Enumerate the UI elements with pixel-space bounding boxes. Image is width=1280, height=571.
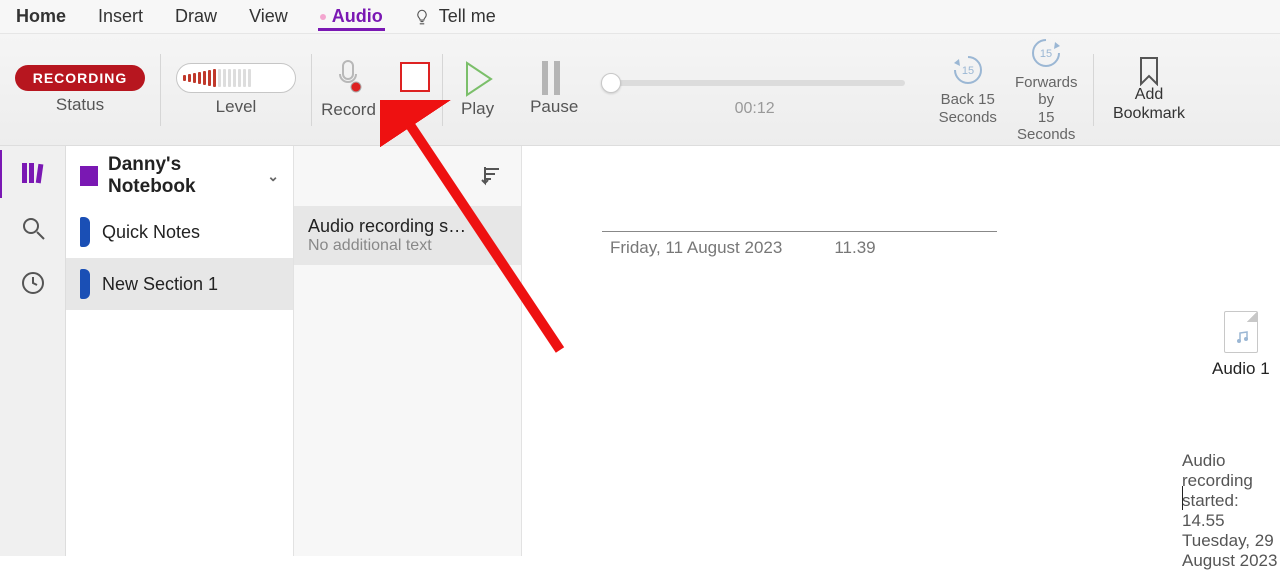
- menu-home[interactable]: Home: [14, 2, 68, 31]
- note-date: Friday, 11 August 2023: [610, 238, 782, 258]
- skip-forward-icon: 15: [1029, 36, 1063, 70]
- play-button[interactable]: Play: [461, 61, 494, 119]
- svg-text:15: 15: [962, 65, 974, 77]
- play-icon: [463, 61, 493, 97]
- stop-button[interactable]: Stop: [398, 62, 433, 118]
- play-label: Play: [461, 99, 494, 119]
- notebook-name: Danny's Notebook: [108, 154, 257, 198]
- fwd15-label-1: Forwards by: [1015, 74, 1078, 108]
- rail-search[interactable]: [20, 215, 46, 246]
- fwd15-label-2: 15 Seconds: [1017, 109, 1075, 143]
- note-time: 11.39: [834, 238, 875, 258]
- record-button[interactable]: Record: [321, 60, 376, 120]
- clock-icon: [20, 270, 46, 296]
- page-subtitle: No additional text: [308, 237, 507, 255]
- record-label: Record: [321, 100, 376, 120]
- playback-time: 00:12: [735, 100, 775, 118]
- menu-insert[interactable]: Insert: [96, 2, 145, 31]
- rail-recent[interactable]: [20, 270, 46, 301]
- section-label: Quick Notes: [102, 222, 200, 243]
- notebook-picker[interactable]: Danny's Notebook ⌄: [66, 146, 293, 206]
- chevron-down-icon: ⌄: [267, 168, 279, 185]
- section-label: New Section 1: [102, 274, 218, 295]
- add-bookmark-button[interactable]: AddBookmark: [1113, 86, 1185, 123]
- audio-file-icon: [1224, 311, 1258, 353]
- sort-icon[interactable]: [481, 165, 503, 187]
- recording-dot-icon: [320, 14, 326, 20]
- section-tab-icon: [80, 217, 90, 247]
- search-icon: [20, 215, 46, 241]
- rail-notebooks[interactable]: [20, 160, 46, 191]
- bookmark-icon: [1137, 56, 1161, 86]
- menu-audio-label: Audio: [332, 6, 383, 26]
- microphone-icon: [335, 60, 363, 94]
- recording-metadata: Audio recording started: 14.55 Tuesday, …: [1182, 451, 1280, 571]
- back15-label-1: Back 15: [941, 91, 995, 108]
- recording-status-badge: RECORDING: [15, 65, 146, 91]
- menu-audio[interactable]: Audio: [318, 2, 385, 31]
- slider-thumb[interactable]: [601, 73, 621, 93]
- audio-ribbon: RECORDING Status Level: [0, 34, 1280, 146]
- note-canvas[interactable]: Friday, 11 August 2023 11.39 Audio 1 Aud…: [522, 146, 1280, 556]
- playback-slider[interactable]: [604, 80, 905, 86]
- stop-icon: [400, 62, 430, 92]
- section-item-new-section-1[interactable]: New Section 1: [66, 258, 293, 310]
- top-menu: Home Insert Draw View Audio Tell me: [0, 0, 1280, 34]
- section-item-quick-notes[interactable]: Quick Notes: [66, 206, 293, 258]
- lightbulb-icon: [413, 8, 431, 26]
- pause-icon: [542, 61, 566, 95]
- level-meter: [176, 63, 296, 93]
- audio-attachment-label: Audio 1: [1212, 359, 1270, 379]
- skip-back-icon: 15: [951, 53, 985, 87]
- note-title-input[interactable]: [602, 196, 997, 232]
- audio-attachment[interactable]: Audio 1: [1212, 311, 1270, 379]
- page-list: Audio recording s… No additional text: [294, 146, 522, 556]
- section-tab-icon: [80, 269, 90, 299]
- back15-label-2: Seconds: [939, 109, 997, 126]
- nav-rail: [0, 146, 66, 556]
- svg-text:15: 15: [1040, 48, 1052, 60]
- notebook-stack-icon: [20, 160, 46, 186]
- pause-label: Pause: [530, 97, 578, 117]
- section-list: Danny's Notebook ⌄ Quick Notes New Secti…: [66, 146, 294, 556]
- menu-view[interactable]: View: [247, 2, 290, 31]
- back-15-button[interactable]: 15 Back 15Seconds: [939, 53, 997, 126]
- menu-draw[interactable]: Draw: [173, 2, 219, 31]
- status-group-label: Status: [56, 95, 104, 115]
- forward-15-button[interactable]: 15 Forwards by15 Seconds: [1015, 36, 1078, 143]
- tell-me-search[interactable]: Tell me: [413, 6, 496, 27]
- level-group-label: Level: [216, 97, 257, 117]
- stop-label: Stop: [398, 98, 433, 118]
- tell-me-label: Tell me: [439, 6, 496, 27]
- page-title: Audio recording s…: [308, 216, 507, 237]
- notebook-icon: [80, 166, 98, 186]
- page-item[interactable]: Audio recording s… No additional text: [294, 206, 521, 265]
- text-cursor: [1182, 486, 1183, 510]
- pause-button[interactable]: Pause: [530, 61, 578, 117]
